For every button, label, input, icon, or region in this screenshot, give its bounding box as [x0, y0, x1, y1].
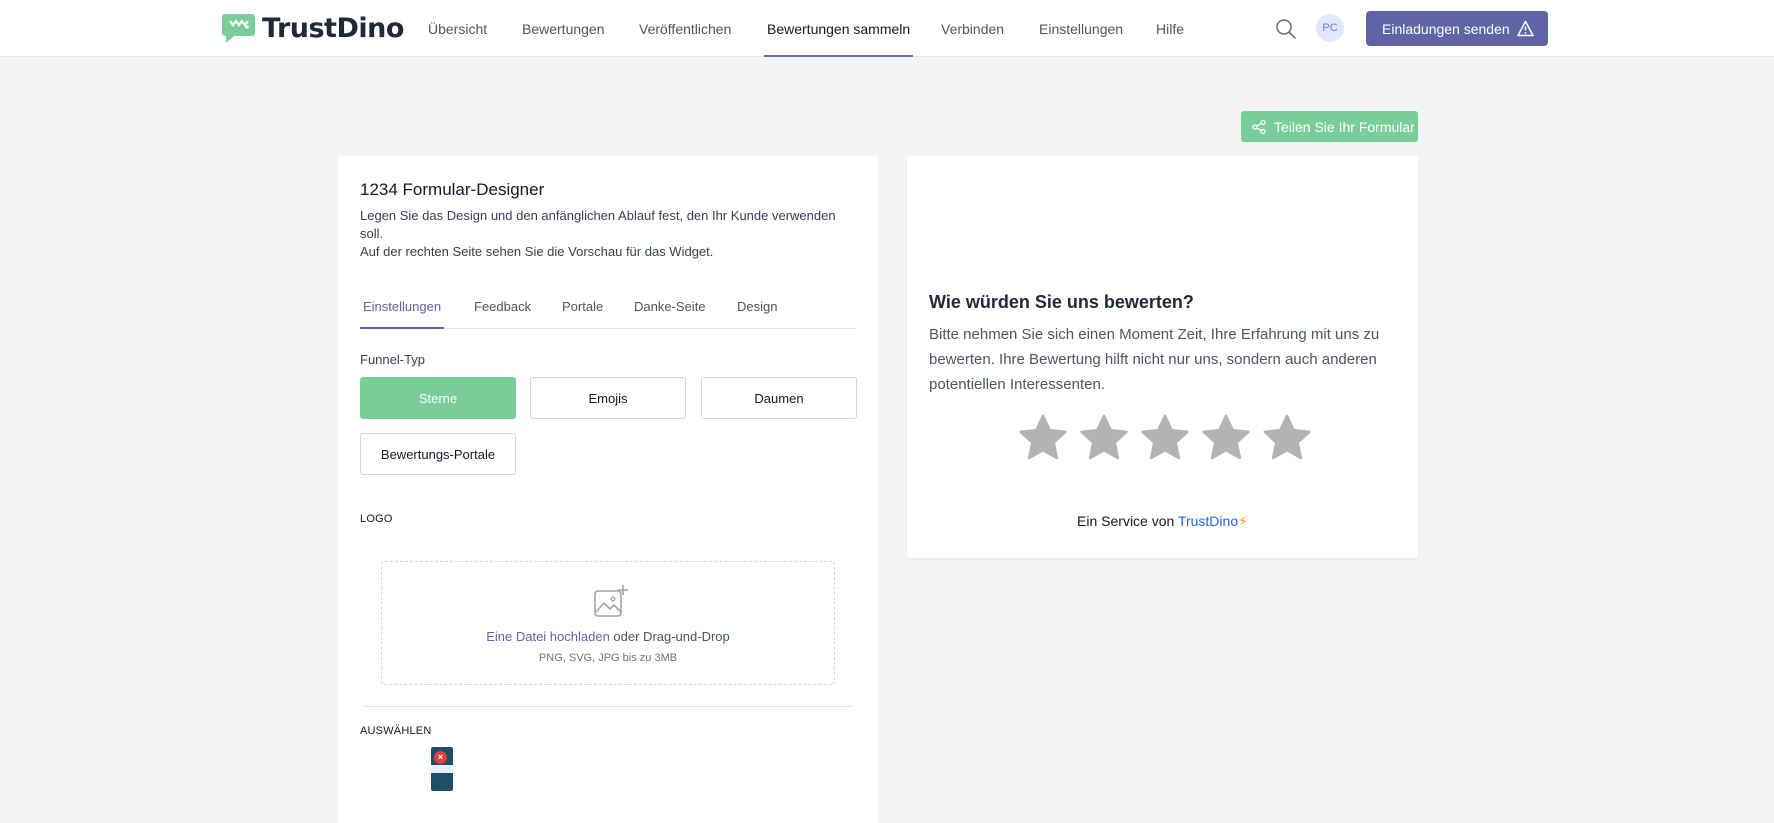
tab-portale[interactable]: Portale — [559, 297, 606, 329]
nav-item-verbinden[interactable]: Verbinden — [941, 0, 1004, 57]
funnel-option-daumen[interactable]: Daumen — [701, 377, 857, 419]
upload-file-hint: PNG, SVG, JPG bis zu 3MB — [538, 652, 678, 664]
upload-instructions: Eine Datei hochladen oder Drag-und-Drop — [382, 629, 834, 644]
dino-logo-icon — [222, 14, 255, 43]
star-rating — [1017, 412, 1317, 464]
widget-preview-card: Wie würden Sie uns bewerten? Bitte nehme… — [907, 156, 1418, 558]
select-section-label: AUSWÄHLEN — [360, 725, 432, 737]
user-avatar[interactable]: PC — [1316, 14, 1344, 42]
star-3-icon[interactable] — [1139, 412, 1191, 464]
page-title: 1234 Formular-Designer — [360, 180, 545, 199]
send-invitations-label: Einladungen senden — [1382, 20, 1510, 37]
designer-description-line-2: Auf der rechten Seite sehen Sie die Vors… — [360, 244, 714, 259]
upload-file-link[interactable]: Eine Datei hochladen — [486, 629, 610, 644]
tab-design[interactable]: Design — [734, 297, 780, 329]
preview-title: Wie würden Sie uns bewerten? — [929, 292, 1194, 312]
funnel-option-bewertungs-portale[interactable]: Bewertungs-Portale — [360, 433, 516, 475]
service-footer: Ein Service von TrustDino⚡ — [907, 513, 1418, 530]
warning-triangle-icon — [1517, 20, 1534, 37]
preview-text: Bitte nehmen Sie sich einen Moment Zeit,… — [929, 326, 1380, 393]
image-plus-icon — [594, 585, 628, 617]
logo-upload-dropzone[interactable]: Eine Datei hochladen oder Drag-und-Drop … — [381, 561, 835, 685]
search-icon[interactable] — [1275, 18, 1297, 40]
star-5-icon[interactable] — [1261, 412, 1313, 464]
designer-description-line-1: Legen Sie das Design und den anfängliche… — [360, 208, 836, 241]
logo-section-label: LOGO — [360, 513, 393, 525]
nav-item-bewertungen[interactable]: Bewertungen — [522, 0, 605, 57]
tab-einstellungen[interactable]: Einstellungen — [360, 297, 445, 329]
logo-thumbnail[interactable]: × — [431, 747, 453, 791]
share-form-label: Teilen Sie Ihr Formular — [1274, 118, 1415, 135]
share-icon — [1252, 119, 1266, 134]
top-navigation-bar: TrustDino Übersicht Bewertungen Veröffen… — [0, 0, 1774, 57]
thumbnail-stripe — [431, 765, 453, 773]
star-2-icon[interactable] — [1078, 412, 1130, 464]
share-form-button[interactable]: Teilen Sie Ihr Formular — [1241, 111, 1418, 142]
designer-tabs: Einstellungen Feedback Portale Danke-Sei… — [360, 297, 856, 329]
brand-name: TrustDino — [262, 12, 404, 44]
form-designer-card: 1234 Formular-Designer Legen Sie das Des… — [338, 156, 878, 823]
nav-item-einstellungen[interactable]: Einstellungen — [1039, 0, 1123, 57]
funnel-type-label: Funnel-Typ — [360, 352, 426, 367]
service-prefix: Ein Service von — [1077, 513, 1178, 529]
send-invitations-button[interactable]: Einladungen senden — [1366, 11, 1548, 46]
star-4-icon[interactable] — [1200, 412, 1252, 464]
designer-description: Legen Sie das Design und den anfängliche… — [360, 207, 860, 261]
lightning-icon: ⚡ — [1238, 513, 1248, 529]
nav-item-uebersicht[interactable]: Übersicht — [428, 0, 487, 57]
funnel-option-emojis[interactable]: Emojis — [530, 377, 686, 419]
section-divider — [364, 706, 852, 707]
nav-item-veroeffentlichen[interactable]: Veröffentlichen — [639, 0, 731, 57]
upload-drag-drop-text: oder Drag-und-Drop — [609, 629, 730, 644]
nav-item-bewertungen-sammeln[interactable]: Bewertungen sammeln — [764, 0, 914, 57]
service-brand-link[interactable]: TrustDino — [1178, 513, 1238, 529]
star-1-icon[interactable] — [1017, 412, 1069, 464]
funnel-option-sterne[interactable]: Sterne — [360, 377, 516, 419]
brand-logo[interactable]: TrustDino — [222, 11, 404, 45]
tab-danke-seite[interactable]: Danke-Seite — [631, 297, 709, 329]
close-icon[interactable]: × — [434, 751, 447, 764]
nav-item-hilfe[interactable]: Hilfe — [1156, 0, 1184, 57]
tab-feedback[interactable]: Feedback — [471, 297, 534, 329]
